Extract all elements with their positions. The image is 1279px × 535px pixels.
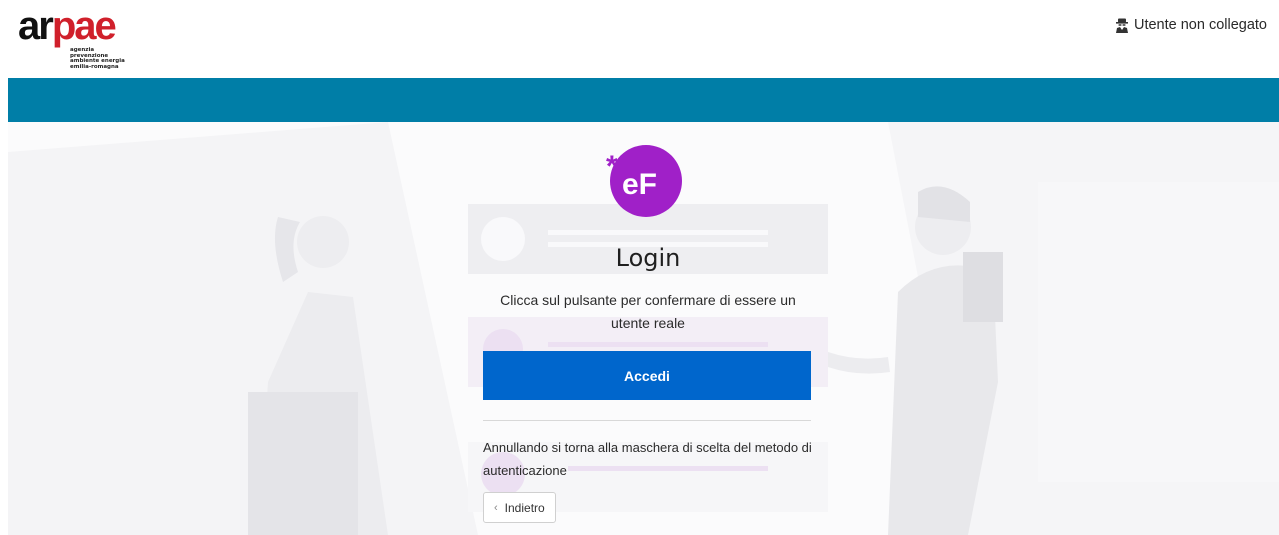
ef-badge: * eF xyxy=(606,142,682,218)
ef-badge-text: eF xyxy=(622,168,657,201)
cancel-note: Annullando si torna alla maschera di sce… xyxy=(483,440,812,478)
header: arpae agenzia prevenzione ambiente energ… xyxy=(0,0,1279,78)
divider xyxy=(483,420,811,421)
ef-badge-star: * xyxy=(606,150,618,183)
chevron-left-icon: ‹ xyxy=(494,501,498,514)
user-status-label: Utente non collegato xyxy=(1133,17,1267,33)
user-status: Utente non collegato xyxy=(1115,17,1267,33)
logo-tagline: agenzia prevenzione ambiente energia emi… xyxy=(70,47,125,70)
accedi-button[interactable]: Accedi xyxy=(483,351,811,400)
user-secret-icon xyxy=(1115,18,1129,33)
arpae-logo[interactable]: arpae agenzia prevenzione ambiente energ… xyxy=(18,6,148,76)
back-button[interactable]: ‹ Indietro xyxy=(483,492,556,523)
header-band xyxy=(8,78,1279,122)
login-card: * eF Login Clicca sul pulsante per confe… xyxy=(468,122,828,535)
logo-wordmark: arpae xyxy=(18,4,117,48)
page-title: Login xyxy=(615,244,681,272)
login-description: Clicca sul pulsante per confermare di es… xyxy=(500,292,796,331)
back-button-label: Indietro xyxy=(504,500,545,515)
